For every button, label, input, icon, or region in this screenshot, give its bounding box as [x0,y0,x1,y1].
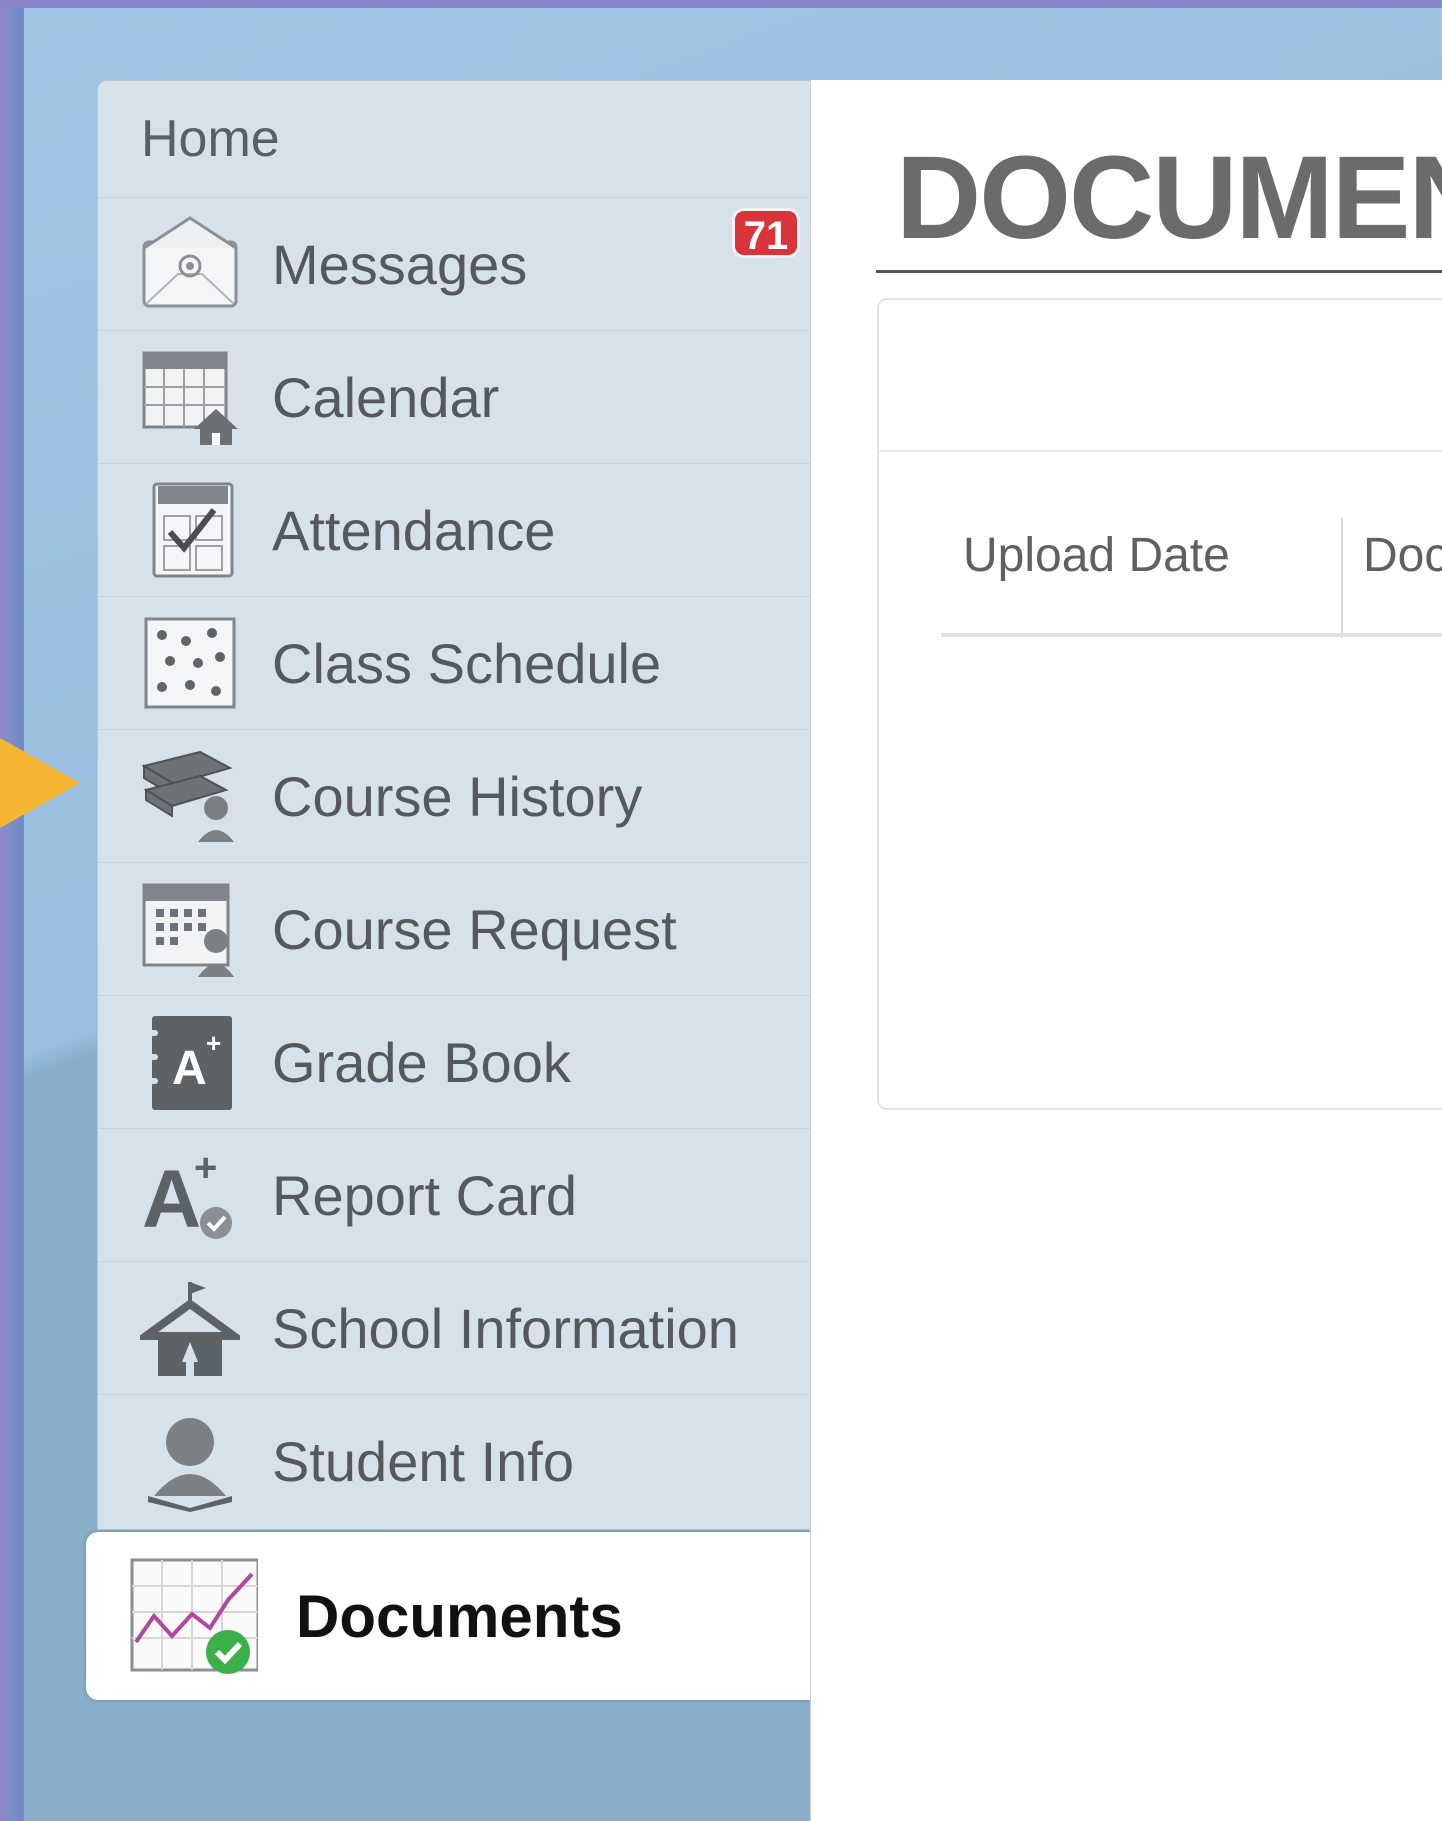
sidebar-item-label: Class Schedule [272,631,662,695]
sidebar-item-messages[interactable]: Messages 71 [98,198,810,331]
sidebar-item-grade-book[interactable]: A + Grade Book [98,996,810,1129]
sidebar-item-label: Report Card [272,1163,578,1227]
documents-panel: Upload Date Doc [877,298,1442,1110]
sidebar-item-home[interactable]: Home [98,81,810,198]
sidebar-item-label: Calendar [272,365,500,429]
sidebar-item-school-information[interactable]: School Information [98,1262,810,1395]
calendar-icon [140,347,240,447]
sidebar-item-label: Messages [272,232,528,296]
report-card-icon: A + [140,1145,240,1245]
column-header-document[interactable]: Doc [1363,528,1442,583]
sidebar-item-label: Grade Book [272,1030,571,1094]
sidebar-item-documents[interactable]: Documents [86,1532,810,1700]
schedule-grid-icon [140,613,240,713]
sidebar-item-label: Course History [272,764,643,828]
column-separator [1341,518,1343,638]
title-divider [876,270,1442,273]
sidebar-item-label: Student Info [272,1430,575,1493]
page-title: DOCUMEN [896,132,1442,264]
sidebar-nav: Home Messages 71 Calendar Attendance Cla… [97,80,810,1530]
sidebar-item-label: Attendance [272,498,556,562]
sidebar-item-class-schedule[interactable]: Class Schedule [98,597,810,730]
sidebar-item-label: Home [141,110,280,168]
school-icon [140,1278,240,1378]
svg-text:+: + [206,1028,221,1058]
books-icon [140,746,240,846]
student-icon [140,1412,240,1512]
course-request-icon [140,879,240,979]
sidebar-item-label: School Information [272,1296,739,1360]
sidebar-item-course-request[interactable]: Course Request [98,863,810,996]
window-top-strip [0,0,1442,8]
sidebar-item-label: Course Request [272,897,677,961]
sidebar-item-course-history[interactable]: Course History [98,730,810,863]
sidebar-item-label: Documents [296,1582,623,1650]
documents-chart-icon [128,1556,260,1676]
svg-text:A: A [142,1154,201,1245]
column-header-upload-date[interactable]: Upload Date [963,528,1230,583]
unread-count-badge: 71 [732,208,800,258]
sidebar-item-calendar[interactable]: Calendar [98,331,810,464]
sidebar-item-attendance[interactable]: Attendance [98,464,810,597]
envelope-icon [140,214,240,314]
sidebar-item-student-info[interactable]: Student Info [98,1395,810,1528]
sidebar-item-report-card[interactable]: A + Report Card [98,1129,810,1262]
svg-text:+: + [194,1146,217,1190]
svg-text:A: A [172,1042,207,1095]
pointer-arrow-icon [0,738,80,828]
table-header-divider [941,633,1442,637]
panel-header-divider [879,450,1442,452]
gradebook-icon: A + [140,1012,240,1112]
attendance-check-icon [140,480,240,580]
main-content: DOCUMEN Upload Date Doc [810,80,1442,1821]
